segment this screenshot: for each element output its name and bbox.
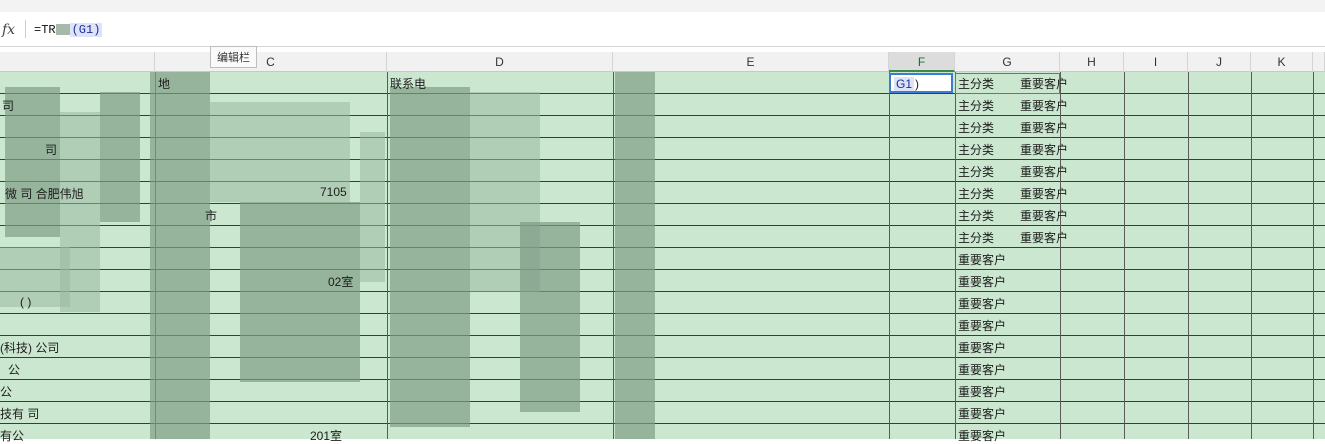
pixelated-region xyxy=(615,72,655,439)
cell-g-value-5: 重要客户 xyxy=(1020,165,1069,179)
column-header-h[interactable]: H xyxy=(1060,52,1124,72)
column-header-d[interactable]: D xyxy=(387,52,613,72)
cell-g-value-10: 重要客户 xyxy=(958,275,1007,289)
column-header-g[interactable]: G xyxy=(955,52,1060,72)
formula-input[interactable]: =TR (G1) xyxy=(34,23,103,37)
cell-c-row8: 市 xyxy=(205,209,218,223)
cell-g-main-6: 主分类 xyxy=(958,187,995,201)
column-line xyxy=(1124,72,1125,439)
cell-c-row18: 201室 xyxy=(310,429,343,443)
cell-g-main-5: 主分类 xyxy=(958,165,995,179)
cell-g-main-4: 主分类 xyxy=(958,143,995,157)
cell-g-value-3: 重要客户 xyxy=(1020,121,1069,135)
cell-g-value-11: 重要客户 xyxy=(958,297,1007,311)
active-cell-suffix: ) xyxy=(915,77,919,91)
pixelated-region xyxy=(390,87,470,427)
cell-g-main-8: 主分类 xyxy=(958,231,995,245)
cell-g-value-14: 重要客户 xyxy=(958,363,1007,377)
cell-g-value-17: 重要客户 xyxy=(958,429,1007,443)
cell-b-row12: ( ) xyxy=(20,295,32,309)
pixelated-region xyxy=(150,72,210,439)
column-header-l[interactable] xyxy=(1313,52,1325,72)
column-header-e[interactable]: E xyxy=(613,52,889,72)
formula-blurred xyxy=(55,24,70,36)
cell-b-row2: 司 xyxy=(2,99,15,113)
column-line xyxy=(1188,72,1189,439)
cell-g-main-3: 主分类 xyxy=(958,121,995,135)
cell-g-value-13: 重要客户 xyxy=(958,341,1007,355)
cell-b-row14: (科技) 公司 xyxy=(0,341,60,355)
cell-g-main-2: 主分类 xyxy=(958,99,995,113)
column-header-i[interactable]: I xyxy=(1124,52,1188,72)
cell-b-row17: 技有 司 xyxy=(0,407,40,421)
active-cell-f1[interactable]: G1 ) xyxy=(889,73,953,93)
fx-icon[interactable]: fx xyxy=(2,22,15,38)
column-line xyxy=(387,72,388,439)
cell-b-row7: 微 司 合肥伟旭 xyxy=(5,187,84,201)
cell-b-row5: 司 xyxy=(45,143,58,157)
pixelated-region xyxy=(100,92,140,222)
pixelated-region xyxy=(520,222,580,412)
header-cell-c: 地 xyxy=(158,77,171,91)
column-header-j[interactable]: J xyxy=(1188,52,1251,72)
cell-g-value-16: 重要客户 xyxy=(958,407,1007,421)
pixelated-region xyxy=(360,132,385,282)
cell-g-value-15: 重要客户 xyxy=(958,385,1007,399)
cell-g-value-2: 重要客户 xyxy=(1020,99,1069,113)
spreadsheet-grid[interactable]: 地 联系电 司 司 微 司 合肥伟旭 ( ) (科技) 公司 公 公 技有 司 … xyxy=(0,72,1325,443)
column-line xyxy=(889,72,890,439)
column-line xyxy=(613,72,614,439)
cell-g-value-4: 重要客户 xyxy=(1020,143,1069,157)
formula-separator xyxy=(25,20,26,38)
cell-b-row16: 公 xyxy=(0,385,13,399)
cell-g-value-7: 重要客户 xyxy=(1020,209,1069,223)
formula-prefix: =TR xyxy=(34,23,56,37)
cell-g-value-8: 重要客户 xyxy=(1020,231,1069,245)
pixelated-region xyxy=(0,247,70,307)
cell-g-value-12: 重要客户 xyxy=(958,319,1007,333)
pixelated-region xyxy=(240,202,360,382)
cell-b-row15: 公 xyxy=(8,363,21,377)
cell-g-value-6: 重要客户 xyxy=(1020,187,1069,201)
column-line xyxy=(1313,72,1314,439)
cell-c-row11: 02室 xyxy=(328,275,354,289)
column-header-f[interactable]: F xyxy=(889,52,955,72)
column-header-c[interactable]: C xyxy=(155,52,387,72)
cell-b-row18: 有公 xyxy=(0,429,25,443)
formula-bar-tooltip: 编辑栏 xyxy=(210,46,257,68)
column-line xyxy=(955,72,956,439)
cell-g-main-7: 主分类 xyxy=(958,209,995,223)
column-header-b[interactable] xyxy=(0,52,155,72)
formula-reference: (G1) xyxy=(69,23,103,37)
column-line xyxy=(1251,72,1252,439)
column-header-k[interactable]: K xyxy=(1251,52,1313,72)
cell-g-value-9: 重要客户 xyxy=(958,253,1007,267)
referenced-range-g1 xyxy=(955,73,1060,94)
header-cell-d: 联系电 xyxy=(390,77,427,91)
formula-bar[interactable]: fx =TR (G1) xyxy=(0,12,1325,47)
active-cell-reference: G1 xyxy=(894,77,915,91)
cell-c-row7: 7105 xyxy=(320,185,347,199)
